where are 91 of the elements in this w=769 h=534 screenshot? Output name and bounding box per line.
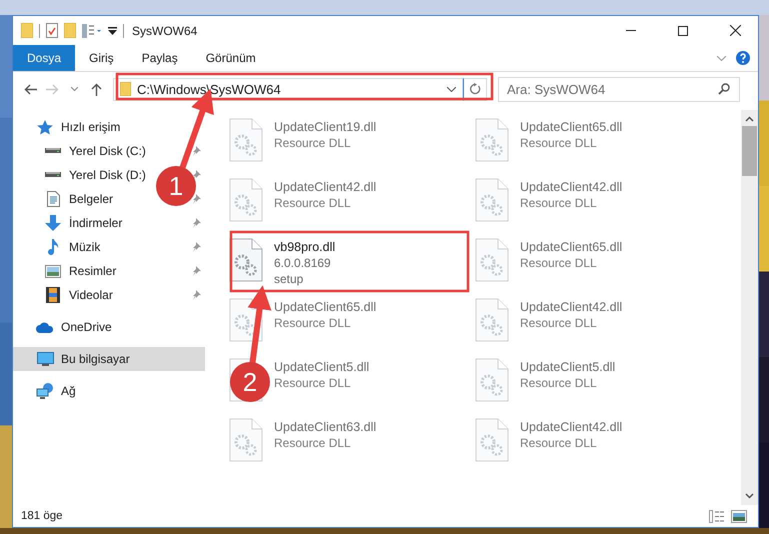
sidebar-item[interactable]: Videolar [69,288,113,302]
file-detail: Resource DLL [274,196,352,210]
file-gears-icon [475,118,509,162]
sidebar-item[interactable]: İndirmeler [69,216,122,230]
file-name[interactable]: UpdateClient65.dll [520,240,622,254]
file-detail: Resource DLL [274,316,352,330]
file-name[interactable]: UpdateClient42.dll [520,300,622,314]
download-arrow-icon [45,215,61,231]
file-detail: 6.0.0.8169 [274,256,332,270]
scroll-up-icon[interactable] [745,116,754,122]
refresh-icon [469,83,481,95]
sidebar-item[interactable]: Bu bilgisayar [13,347,205,371]
file-detail: Resource DLL [274,436,352,450]
sidebar-item[interactable]: Hızlı erişim [13,115,205,139]
file-detail: setup [274,272,304,286]
file-detail: Resource DLL [274,136,352,150]
file-gears-icon [475,238,509,282]
file-name[interactable]: UpdateClient42.dll [520,420,622,434]
address-bar[interactable]: C:\Windows\SysWOW64 [113,78,463,100]
file-gears-icon [475,418,509,462]
file-gears-icon [475,298,509,342]
music-note-icon [47,239,59,255]
star-icon [37,120,53,134]
network-icon [36,383,54,399]
minimize-icon [626,30,636,31]
forward-arrow-icon [46,84,58,94]
search-field[interactable]: Ara: SysWOW64 [498,76,740,102]
sidebar-item[interactable]: Ağ [13,379,205,403]
file-detail: Resource DLL [520,196,598,210]
dropdown-icon[interactable] [108,26,117,34]
monitor-icon [36,352,54,366]
file-detail: Resource DLL [520,436,598,450]
scroll-down-icon[interactable] [745,493,754,499]
item-count: 181 öge [21,510,63,522]
file-detail: Resource DLL [520,376,598,390]
file-gears-icon [229,118,263,162]
chevron-down-icon[interactable] [447,86,456,92]
up-arrow-icon [90,82,102,96]
sidebar-item[interactable]: Belgeler [69,192,114,206]
search-icon [718,82,730,94]
file-name[interactable]: UpdateClient65.dll [274,300,376,314]
back-arrow-icon [24,84,36,94]
file-detail: Resource DLL [520,316,598,330]
checklist-icon[interactable] [46,23,58,38]
cloud-icon [36,322,54,332]
drive-icon [45,172,61,178]
list-icon [709,510,725,522]
file-gears-icon [229,418,263,462]
refresh-button[interactable] [463,78,487,100]
sidebar-item[interactable]: Resimler [69,264,116,278]
file-detail: Resource DLL [520,256,598,270]
file-name[interactable]: UpdateClient19.dll [274,120,376,134]
file-detail: Resource DLL [520,136,598,150]
file-gears-icon [229,238,263,282]
file-gears-icon [475,358,509,402]
film-icon [46,287,60,303]
address-field[interactable]: C:\Windows\SysWOW64 [137,82,441,96]
sidebar-item[interactable]: Yerel Disk (C:) [69,144,146,158]
drive-icon [45,148,61,154]
scrollbar[interactable] [741,110,758,505]
folder-icon [21,23,33,38]
file-name[interactable]: UpdateClient63.dll [274,420,376,434]
file-name[interactable]: UpdateClient65.dll [520,120,622,134]
sidebar-item[interactable]: Yerel Disk (D:) [69,168,146,182]
ribbon-tab[interactable]: Dosya [13,45,76,71]
folder-icon [120,82,131,96]
file-gears-icon [229,298,263,342]
properties-icon[interactable] [82,24,102,38]
file-gears-icon [229,178,263,222]
file-name[interactable]: UpdateClient5.dll [520,360,616,374]
picture-icon [45,264,61,278]
thumbnail-icon [731,510,747,522]
scroll-thumb[interactable] [742,126,757,176]
file-name[interactable]: UpdateClient42.dll [520,180,622,194]
maximize-icon [678,26,688,36]
chevron-down-icon [70,87,78,91]
ribbon-tab[interactable]: Giriş [75,45,128,71]
sidebar-item[interactable]: Müzik [69,240,100,254]
close-icon [730,25,740,36]
large-icons-view-button[interactable] [728,510,750,522]
sidebar-item[interactable]: OneDrive [13,315,205,339]
file-name[interactable]: UpdateClient5.dll [274,360,370,374]
ribbon-tab[interactable]: Paylaş [128,45,192,71]
file-detail: Resource DLL [274,376,352,390]
window-title: SysWOW64 [132,24,198,38]
file-name[interactable]: UpdateClient42.dll [274,180,376,194]
file-gears-icon [475,178,509,222]
file-name[interactable]: vb98pro.dll [274,240,336,254]
help-icon[interactable] [736,51,750,65]
ribbon-tab[interactable]: Görünüm [192,45,270,71]
document-icon [46,191,60,207]
